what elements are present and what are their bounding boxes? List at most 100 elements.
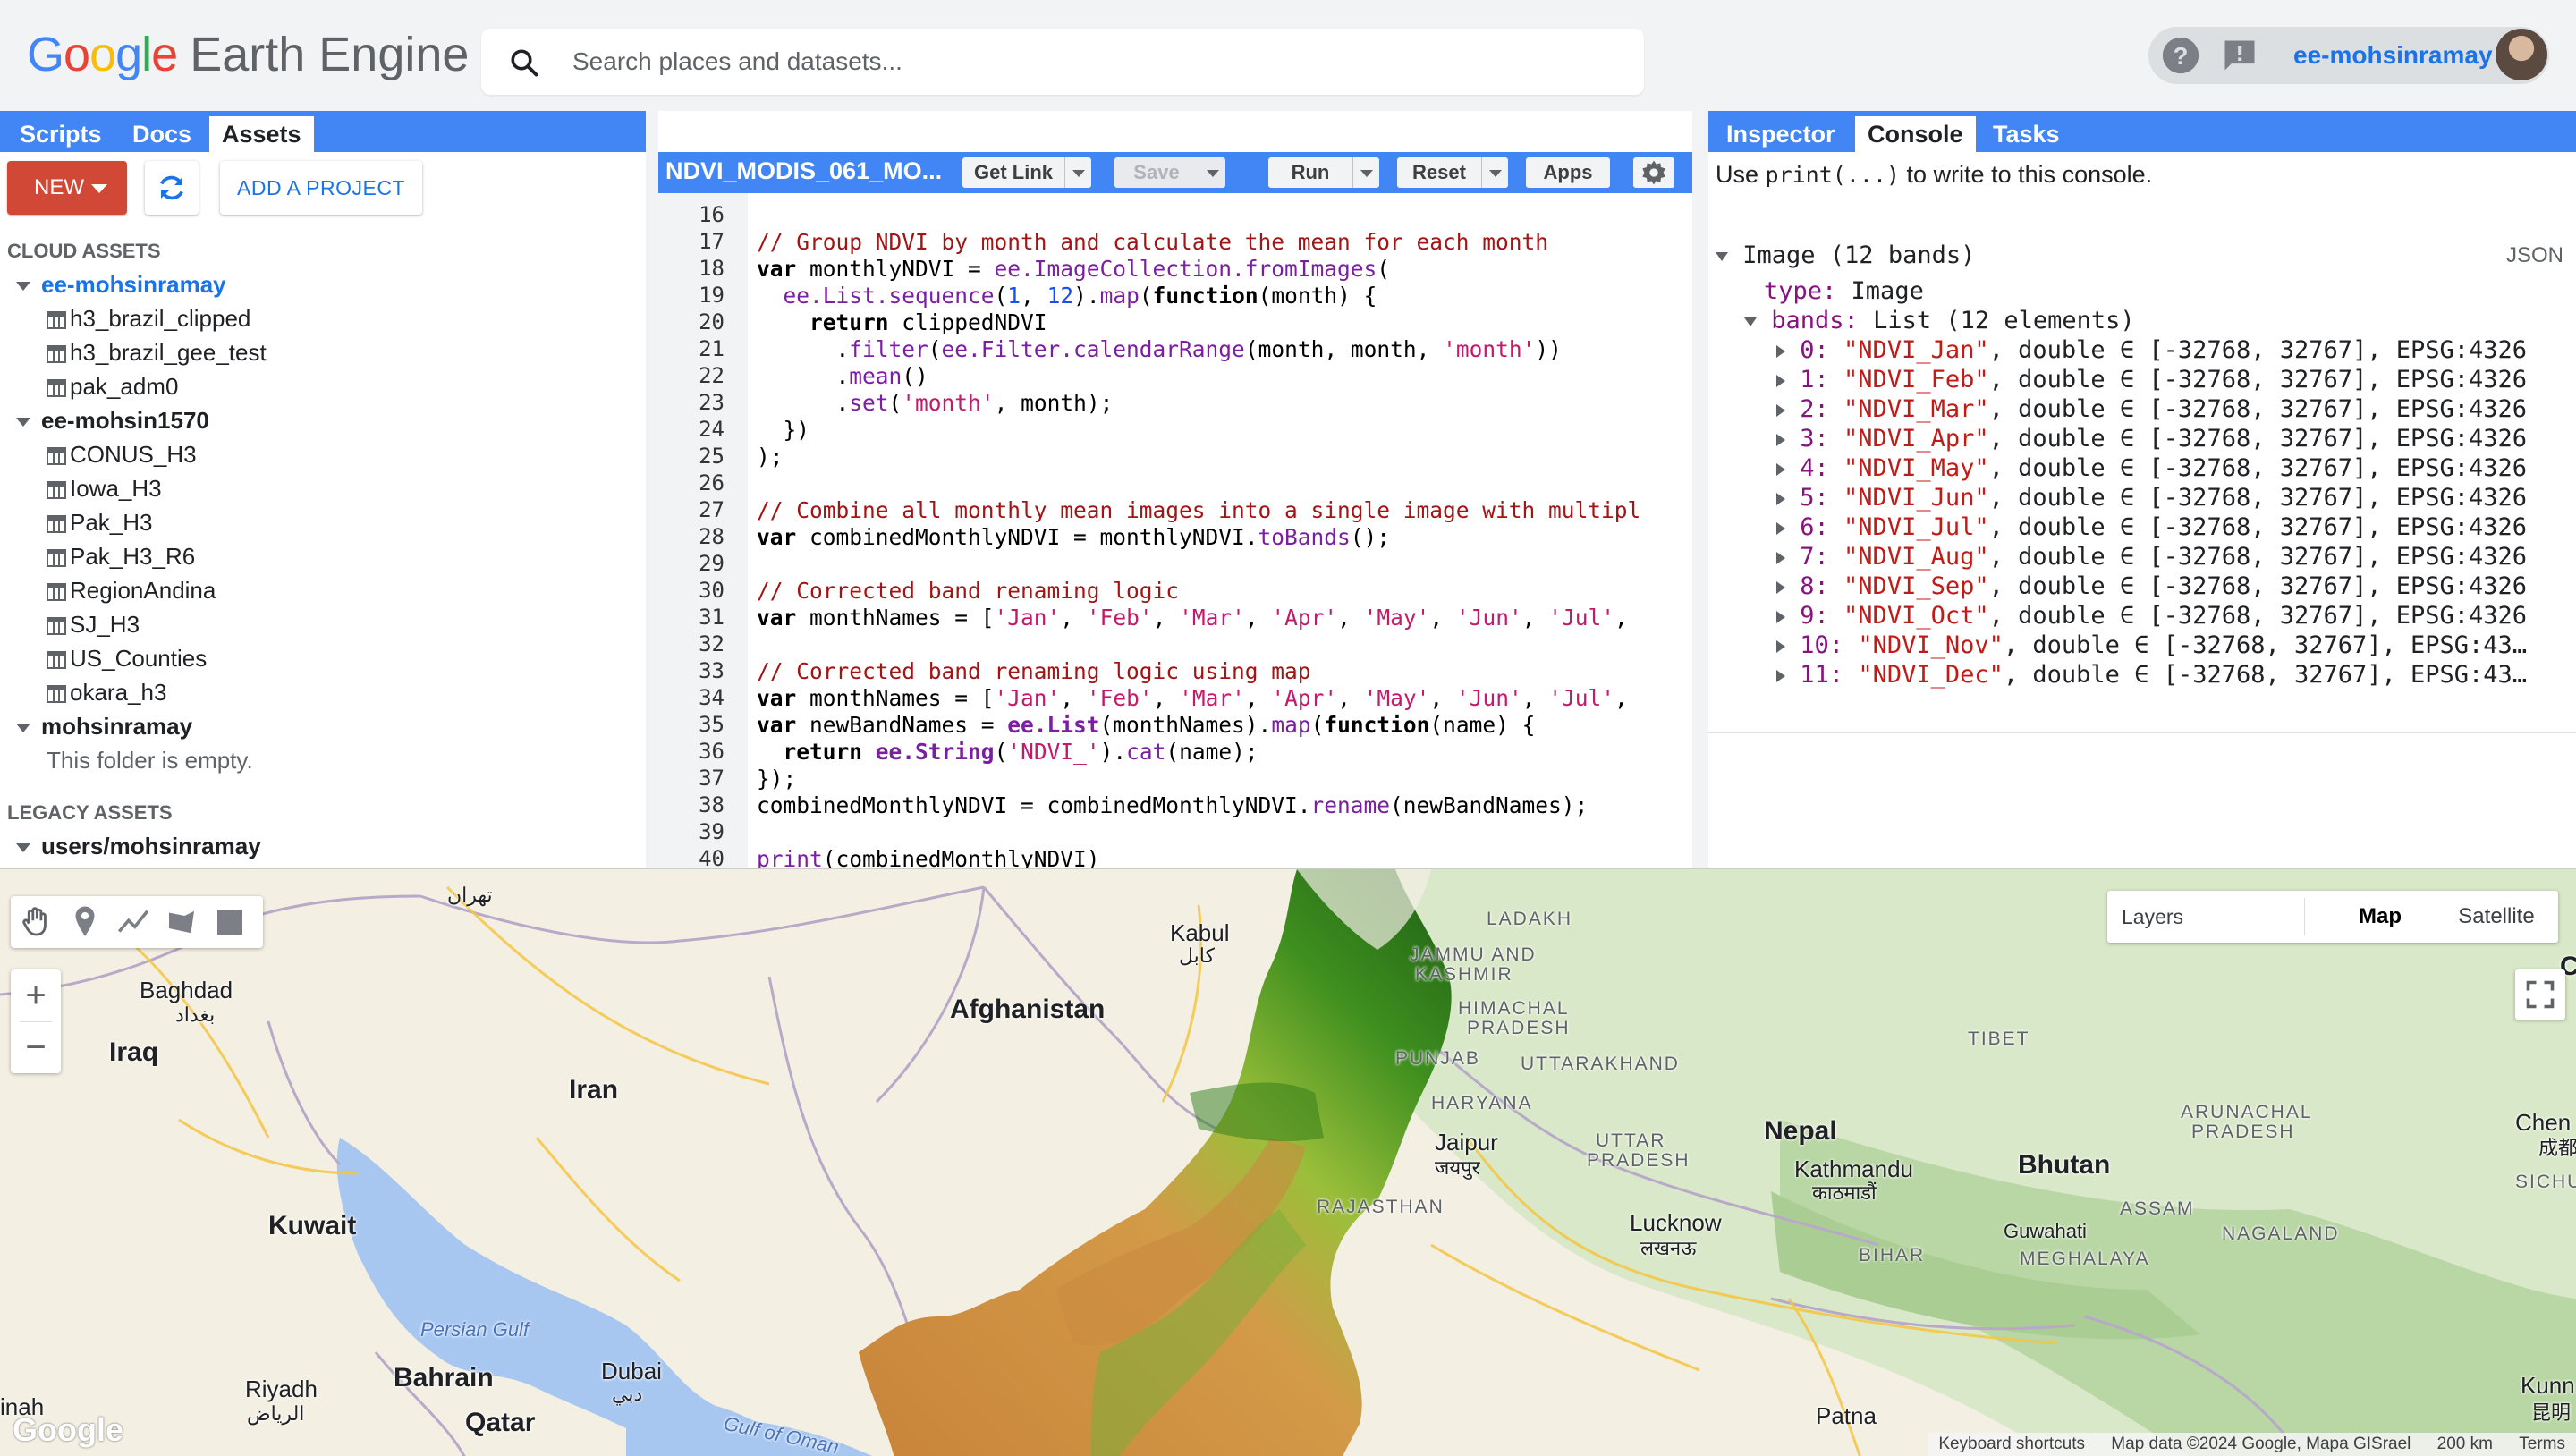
- chevron-down-icon[interactable]: [1352, 157, 1379, 188]
- band-info: , double ∈ [-32768, 32767], EPSG:43…: [2003, 631, 2528, 659]
- map-label: PRADESH: [2191, 1122, 2295, 1142]
- panel-splitter[interactable]: [1692, 111, 1708, 868]
- apps-button[interactable]: Apps: [1526, 157, 1610, 188]
- tab-assets[interactable]: Assets: [209, 116, 314, 152]
- collapse-caret-icon: [1776, 610, 1785, 623]
- search-box[interactable]: [481, 29, 1644, 95]
- search-input[interactable]: [571, 41, 1599, 82]
- asset-name: US_Counties: [70, 645, 208, 672]
- earth-engine-logo[interactable]: Google Earth Engine: [27, 27, 469, 89]
- map-type-satellite-button[interactable]: Satellite: [2438, 891, 2555, 943]
- json-link[interactable]: JSON: [2506, 243, 2563, 268]
- console-bands-row[interactable]: bands: List (12 elements): [1744, 307, 2135, 334]
- map-label: Nepal: [1764, 1116, 1837, 1146]
- rectangle-draw-icon[interactable]: [211, 903, 249, 941]
- asset-item[interactable]: h3_brazil_gee_test: [47, 336, 267, 368]
- fullscreen-button[interactable]: [2515, 969, 2565, 1020]
- band-info: , double ∈ [-32768, 32767], EPSG:4326: [1988, 425, 2528, 453]
- asset-item[interactable]: Pak_H3: [47, 506, 153, 538]
- band-row[interactable]: 6: "NDVI_Jul", double ∈ [-32768, 32767],…: [1776, 513, 2527, 541]
- band-row[interactable]: 9: "NDVI_Oct", double ∈ [-32768, 32767],…: [1776, 602, 2527, 630]
- band-row[interactable]: 2: "NDVI_Mar", double ∈ [-32768, 32767],…: [1776, 395, 2527, 423]
- map-type-map-button[interactable]: Map: [2331, 891, 2429, 943]
- map-view[interactable]: Afghanistan Iran Iraq Kuwait Baghdad بغد…: [0, 868, 2576, 1456]
- script-filename[interactable]: NDVI_MODIS_061_MO...: [665, 157, 942, 185]
- asset-item[interactable]: SJ_H3: [47, 608, 140, 640]
- asset-name: Pak_H3_R6: [70, 543, 196, 570]
- zoom-in-button[interactable]: +: [11, 971, 61, 1020]
- band-index: 10:: [1800, 631, 1844, 659]
- tab-docs[interactable]: Docs: [120, 116, 204, 152]
- band-row[interactable]: 8: "NDVI_Sep", double ∈ [-32768, 32767],…: [1776, 572, 2527, 600]
- line-draw-icon[interactable]: [114, 903, 152, 941]
- asset-item[interactable]: h3_brazil_clipped: [47, 302, 250, 334]
- chevron-down-icon[interactable]: [1481, 157, 1508, 188]
- map-label: Patna: [1816, 1402, 1877, 1429]
- band-row[interactable]: 7: "NDVI_Aug", double ∈ [-32768, 32767],…: [1776, 543, 2527, 571]
- layers-button[interactable]: Layers: [2122, 891, 2183, 943]
- map-label: Bahrain: [394, 1363, 494, 1393]
- band-row[interactable]: 3: "NDVI_Apr", double ∈ [-32768, 32767],…: [1776, 425, 2527, 453]
- collapse-caret-icon: [1776, 403, 1785, 417]
- code-area[interactable]: // Group NDVI by month and calculate the…: [658, 193, 1692, 868]
- hand-pan-icon[interactable]: [18, 903, 55, 941]
- asset-item[interactable]: CONUS_H3: [47, 438, 197, 470]
- chevron-down-icon[interactable]: [1199, 157, 1225, 188]
- map-label: Lucknow: [1630, 1209, 1722, 1236]
- band-row[interactable]: 10: "NDVI_Nov", double ∈ [-32768, 32767]…: [1776, 631, 2527, 659]
- console-object-header[interactable]: Image (12 bands): [1716, 241, 1975, 269]
- console-hint: Use print(...) to write to this console.: [1716, 161, 2152, 189]
- keyboard-shortcuts-link[interactable]: Keyboard shortcuts: [1938, 1435, 2085, 1453]
- band-row[interactable]: 4: "NDVI_May", double ∈ [-32768, 32767],…: [1776, 454, 2527, 482]
- tab-console[interactable]: Console: [1855, 116, 1976, 152]
- band-row[interactable]: 5: "NDVI_Jun", double ∈ [-32768, 32767],…: [1776, 484, 2527, 512]
- panel-splitter[interactable]: [646, 111, 658, 868]
- help-circle-icon[interactable]: ?: [2161, 36, 2200, 75]
- get-link-button[interactable]: Get Link: [962, 157, 1091, 188]
- band-name: "NDVI_Apr": [1843, 425, 1989, 453]
- save-button[interactable]: Save: [1114, 157, 1225, 188]
- project-node[interactable]: ee-mohsinramay: [16, 268, 226, 301]
- settings-button[interactable]: [1633, 157, 1674, 188]
- expand-caret-icon: [1716, 251, 1728, 261]
- asset-item[interactable]: Pak_H3_R6: [47, 540, 195, 572]
- tab-scripts[interactable]: Scripts: [7, 116, 114, 152]
- map-label: Afghanistan: [950, 995, 1106, 1024]
- band-row[interactable]: 11: "NDVI_Dec", double ∈ [-32768, 32767]…: [1776, 661, 2527, 689]
- band-index: 6:: [1800, 513, 1829, 541]
- point-marker-icon[interactable]: [66, 903, 104, 941]
- username-button[interactable]: ee-mohsinramay: [2293, 41, 2493, 70]
- code-line: return clippedNDVI: [809, 309, 1047, 335]
- asset-item[interactable]: Iowa_H3: [47, 472, 162, 504]
- map-label: SICHU: [2515, 1172, 2576, 1192]
- feedback-icon[interactable]: [2220, 36, 2259, 75]
- asset-item[interactable]: RegionAndina: [47, 574, 216, 606]
- collapse-caret-icon: [1776, 551, 1785, 564]
- map-label: PUNJAB: [1395, 1048, 1480, 1069]
- asset-item[interactable]: pak_adm0: [47, 370, 178, 402]
- asset-item[interactable]: US_Counties: [47, 642, 207, 674]
- zoom-out-button[interactable]: −: [11, 1023, 61, 1071]
- band-row[interactable]: 1: "NDVI_Feb", double ∈ [-32768, 32767],…: [1776, 366, 2527, 394]
- asset-name: Iowa_H3: [70, 475, 162, 502]
- asset-item[interactable]: okara_h3: [47, 676, 166, 708]
- avatar[interactable]: [2496, 29, 2547, 80]
- run-button[interactable]: Run: [1268, 157, 1379, 188]
- project-node[interactable]: mohsinramay: [16, 710, 192, 742]
- add-project-button[interactable]: ADD A PROJECT: [220, 161, 422, 215]
- map-label: NAGALAND: [2222, 1223, 2340, 1244]
- code-line: }): [757, 417, 810, 443]
- new-button[interactable]: NEW: [7, 161, 127, 215]
- terms-link[interactable]: Terms: [2519, 1435, 2565, 1453]
- tab-tasks[interactable]: Tasks: [1980, 116, 2072, 152]
- reset-button[interactable]: Reset: [1397, 157, 1508, 188]
- legacy-root-node[interactable]: users/mohsinramay: [16, 830, 261, 862]
- tab-inspector[interactable]: Inspector: [1714, 116, 1848, 152]
- project-node[interactable]: ee-mohsin1570: [16, 404, 209, 436]
- gear-icon: [1642, 160, 1665, 185]
- refresh-button[interactable]: [145, 161, 199, 215]
- chevron-down-icon[interactable]: [1064, 157, 1091, 188]
- polygon-draw-icon[interactable]: [163, 903, 200, 941]
- band-row[interactable]: 0: "NDVI_Jan", double ∈ [-32768, 32767],…: [1776, 336, 2527, 364]
- map-label: LADAKH: [1487, 909, 1573, 929]
